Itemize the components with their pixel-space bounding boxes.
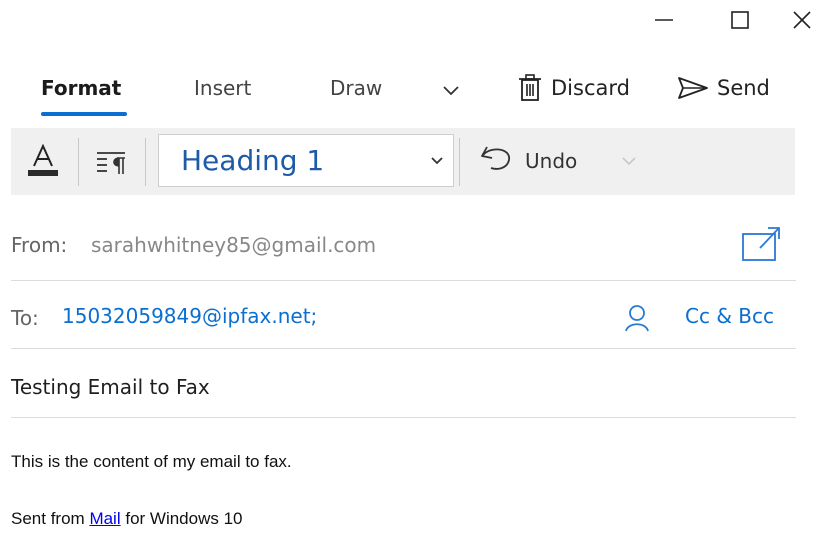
format-toolbar: Heading 1 Undo [11, 128, 795, 195]
discard-label: Discard [551, 76, 630, 100]
font-color-button[interactable] [25, 142, 61, 180]
send-label: Send [717, 76, 770, 100]
trash-icon [519, 74, 541, 101]
maximize-button[interactable] [717, 0, 763, 40]
toolbar-divider [459, 138, 460, 186]
close-icon [793, 11, 811, 29]
contacts-button[interactable] [622, 302, 652, 332]
header-divider [11, 280, 796, 281]
active-tab-indicator [41, 112, 127, 116]
close-button[interactable] [779, 0, 825, 40]
header-divider [11, 417, 796, 418]
more-tabs-button[interactable] [438, 80, 464, 102]
toolbar-divider [145, 138, 146, 186]
cc-bcc-button[interactable]: Cc & Bcc [685, 304, 774, 328]
maximize-icon [731, 11, 749, 29]
tab-insert[interactable]: Insert [194, 74, 251, 102]
chevron-down-icon [431, 157, 443, 165]
undo-icon [481, 146, 510, 170]
person-icon [625, 305, 649, 332]
toolbar-divider [78, 138, 79, 186]
signature-suffix: for Windows 10 [125, 509, 243, 528]
to-label: To: [11, 306, 39, 330]
mail-link[interactable]: Mail [89, 509, 120, 528]
paragraph-style-value: Heading 1 [181, 144, 325, 177]
tab-draw[interactable]: Draw [330, 74, 382, 102]
chevron-down-icon [443, 86, 459, 96]
send-button[interactable]: Send [677, 70, 770, 106]
font-color-icon [28, 143, 58, 176]
to-recipient[interactable]: 15032059849@ipfax.net; [62, 304, 317, 328]
tab-format[interactable]: Format [41, 74, 121, 102]
popout-button[interactable] [740, 224, 782, 264]
header-divider [11, 348, 796, 349]
message-body-line[interactable]: This is the content of my email to fax. [11, 452, 292, 472]
message-signature: Sent from Mail for Windows 10 [11, 509, 243, 529]
popout-icon [742, 227, 780, 261]
from-field[interactable]: sarahwhitney85@gmail.com [91, 233, 376, 257]
minimize-icon [655, 19, 673, 21]
undo-menu-button[interactable] [617, 150, 641, 172]
paragraph-format-button[interactable] [93, 144, 129, 178]
from-label: From: [11, 233, 68, 257]
send-icon [678, 77, 708, 99]
chevron-down-icon [622, 157, 636, 166]
undo-label: Undo [525, 149, 578, 173]
signature-prefix: Sent from [11, 509, 85, 528]
minimize-button[interactable] [641, 0, 687, 40]
discard-button[interactable]: Discard [517, 70, 630, 106]
paragraph-format-icon [97, 152, 125, 174]
subject-field[interactable]: Testing Email to Fax [11, 375, 210, 399]
paragraph-style-dropdown[interactable]: Heading 1 [158, 134, 454, 187]
